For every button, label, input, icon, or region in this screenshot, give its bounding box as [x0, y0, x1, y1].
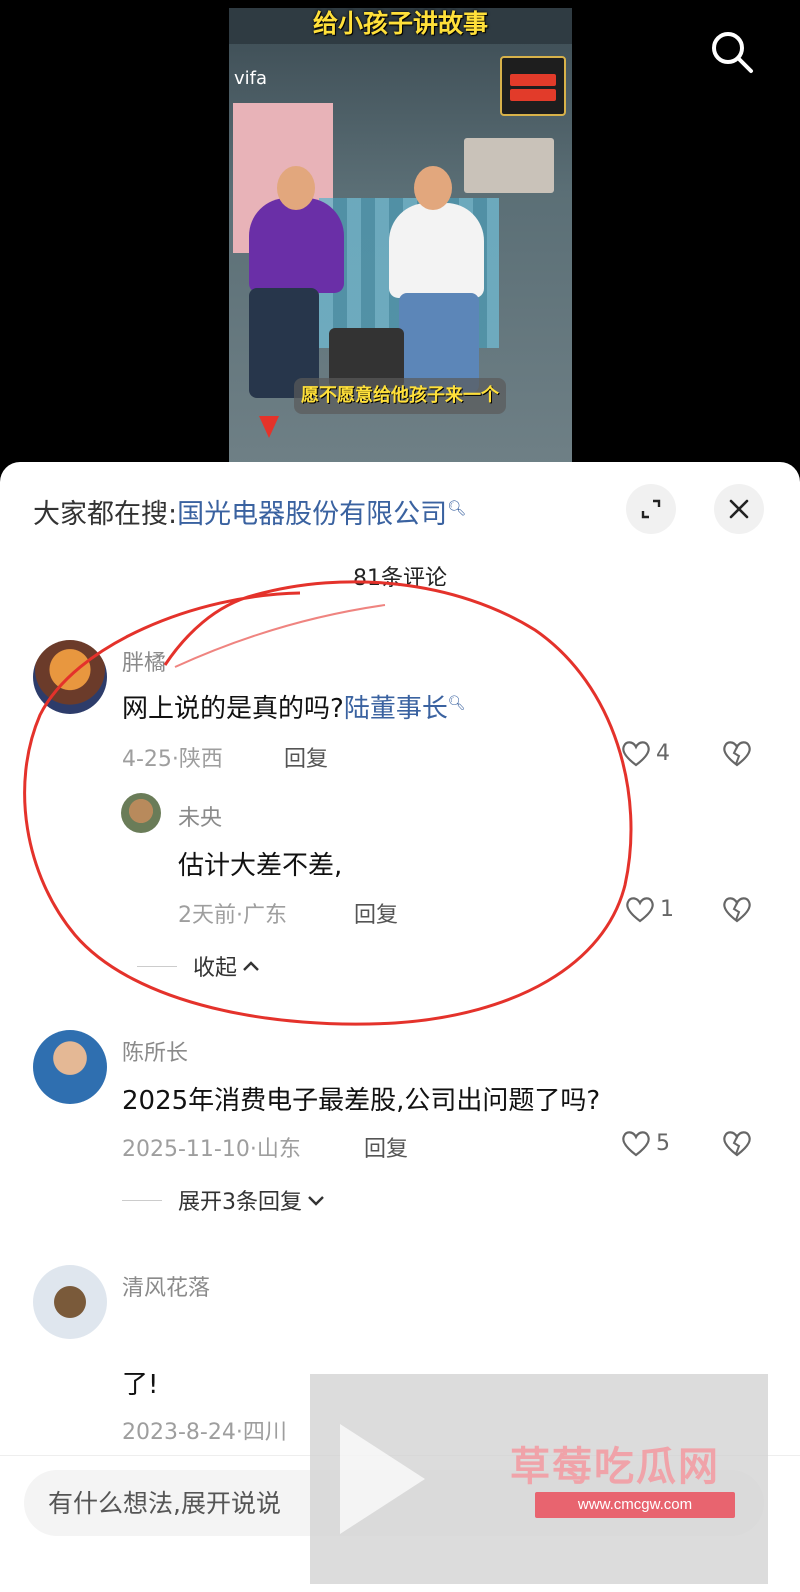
video-badge	[500, 56, 566, 116]
comment-username[interactable]: 陈所长	[122, 1035, 188, 1067]
toggle-label: 收起	[193, 956, 238, 981]
video-frame[interactable]: 给小孩子讲故事 vifa 愿不愿意给他孩子来一个	[229, 8, 572, 470]
watermark-url: www.cmcgw.com	[535, 1492, 735, 1518]
video-watermark: vifa	[234, 68, 268, 89]
like-count: 5	[656, 1130, 670, 1156]
chevron-up-icon	[243, 961, 259, 971]
avatar[interactable]	[121, 793, 161, 833]
site-watermark: 草莓吃瓜网 www.cmcgw.com	[310, 1374, 768, 1584]
like-count: 4	[656, 740, 670, 766]
video-shelf	[464, 138, 554, 193]
heart-icon	[622, 1131, 650, 1157]
expand-icon	[641, 499, 661, 519]
collapse-replies-button[interactable]: 收起	[137, 950, 261, 982]
broken-heart-icon	[723, 897, 751, 923]
broken-heart-icon	[723, 1131, 751, 1157]
trending-link[interactable]: 国光电器股份有限公司	[177, 499, 447, 530]
search-button[interactable]	[708, 28, 756, 76]
trending-search[interactable]: 大家都在搜:国光电器股份有限公司🔍︎	[33, 492, 466, 531]
reply-button[interactable]: 回复	[354, 897, 398, 929]
broken-heart-icon	[723, 741, 751, 767]
toggle-label: 展开3条回复	[178, 1190, 302, 1215]
comment-text: 了!	[122, 1370, 159, 1400]
close-button[interactable]	[714, 484, 764, 534]
dislike-button[interactable]	[721, 738, 753, 772]
watermark-title: 草莓吃瓜网	[510, 1444, 720, 1490]
comment-count: 81条评论	[353, 566, 447, 591]
trending-label: 大家都在搜:	[33, 499, 178, 530]
comment-text: 网上说的是真的吗?陆董事长🔍︎	[122, 688, 466, 725]
reply-username[interactable]: 未央	[178, 800, 222, 832]
person-right-head	[414, 166, 452, 210]
reply-meta: 2天前·广东	[178, 903, 287, 928]
play-icon	[340, 1424, 425, 1534]
like-button[interactable]: 1	[624, 894, 674, 924]
search-icon	[712, 32, 753, 73]
heart-icon	[622, 741, 650, 767]
comment-meta: 2025-11-10·山东	[122, 1137, 301, 1162]
person-right	[389, 203, 484, 298]
dislike-button[interactable]	[721, 1128, 753, 1162]
search-small-icon: 🔍︎	[447, 695, 466, 712]
expand-button[interactable]	[626, 484, 676, 534]
search-small-icon: 🔍︎	[447, 499, 467, 517]
close-icon	[729, 499, 749, 519]
divider	[122, 1199, 162, 1201]
reply-button[interactable]: 回复	[364, 1131, 408, 1163]
comment-body: 网上说的是真的吗?	[122, 694, 344, 724]
comment-username[interactable]: 清风花落	[122, 1270, 210, 1302]
avatar[interactable]	[33, 1030, 107, 1104]
reply-text: 估计大差不差,	[178, 851, 343, 881]
comment-meta: 4-25·陕西	[122, 747, 223, 772]
person-left	[249, 198, 344, 293]
avatar[interactable]	[33, 640, 107, 714]
reply-button[interactable]: 回复	[284, 741, 328, 773]
app-root: 给小孩子讲故事 vifa 愿不愿意给他孩子来一个 大家都在搜:国光电器股份有限公…	[0, 0, 800, 1592]
comment-text: 2025年消费电子最差股,公司出问题了吗?	[122, 1086, 601, 1116]
divider	[137, 965, 177, 967]
comment-search-link[interactable]: 陆董事长	[344, 694, 448, 724]
comment-username[interactable]: 胖橘	[122, 645, 166, 677]
chevron-down-icon	[308, 1196, 324, 1206]
arrow-down-icon	[259, 416, 279, 438]
person-left-head	[277, 166, 315, 210]
like-button[interactable]: 4	[620, 738, 670, 768]
video-player[interactable]: 给小孩子讲故事 vifa 愿不愿意给他孩子来一个	[0, 0, 800, 470]
like-button[interactable]: 5	[620, 1128, 670, 1158]
avatar[interactable]	[33, 1265, 107, 1339]
dislike-button[interactable]	[721, 894, 753, 928]
comment-meta: 2023-8-24·四川	[122, 1420, 287, 1445]
video-title: 给小孩子讲故事	[229, 8, 572, 44]
heart-icon	[626, 897, 654, 923]
like-count: 1	[660, 896, 674, 922]
expand-replies-button[interactable]: 展开3条回复	[122, 1184, 326, 1216]
video-caption: 愿不愿意给他孩子来一个	[294, 378, 506, 414]
